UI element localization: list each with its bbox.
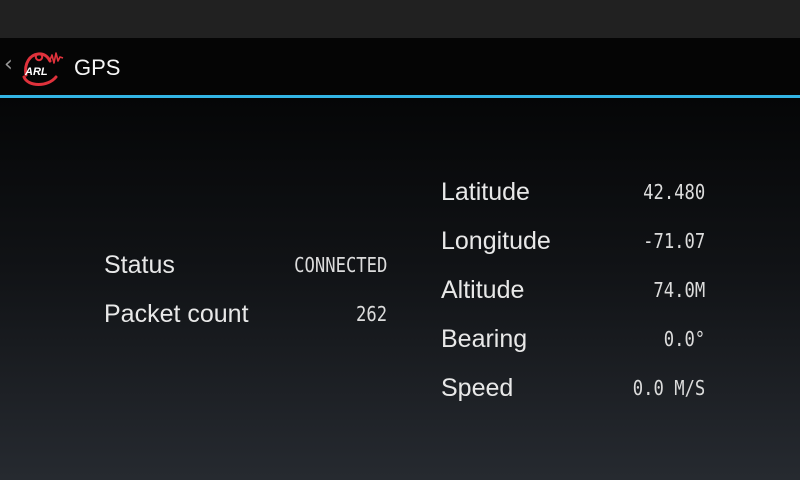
system-status-bar: [0, 0, 800, 38]
longitude-label: Longitude: [441, 227, 551, 255]
status-value: CONNECTED: [293, 253, 387, 277]
bearing-row: Bearing 0.0°: [441, 319, 705, 359]
svg-text:ARL: ARL: [24, 66, 48, 78]
bearing-label: Bearing: [441, 325, 528, 353]
arl-logo-icon: ARL: [22, 52, 64, 86]
packet-count-label: Packet count: [104, 300, 249, 328]
status-row: Status CONNECTED: [104, 245, 387, 285]
status-label: Status: [104, 251, 175, 279]
altitude-value: 74.0M: [653, 278, 705, 302]
action-bar: ‹ ARL GPS: [0, 38, 800, 95]
screen-title: GPS: [74, 55, 121, 80]
packet-count-value: 262: [355, 302, 387, 326]
latitude-value: 42.480: [642, 180, 705, 204]
gps-content: Status CONNECTED Packet count 262 Latitu…: [0, 98, 800, 480]
latitude-row: Latitude 42.480: [441, 172, 705, 212]
longitude-row: Longitude -71.07: [441, 221, 705, 261]
altitude-label: Altitude: [441, 276, 525, 304]
packet-count-row: Packet count 262: [104, 294, 387, 334]
up-navigation-button[interactable]: ‹ ARL: [0, 38, 68, 95]
speed-label: Speed: [441, 374, 514, 402]
longitude-value: -71.07: [642, 229, 705, 253]
speed-value: 0.0 M/S: [632, 376, 705, 400]
chevron-left-icon: ‹: [4, 52, 13, 77]
bearing-value: 0.0°: [663, 327, 705, 351]
speed-row: Speed 0.0 M/S: [441, 368, 705, 408]
latitude-label: Latitude: [441, 178, 530, 206]
altitude-row: Altitude 74.0M: [441, 270, 705, 310]
